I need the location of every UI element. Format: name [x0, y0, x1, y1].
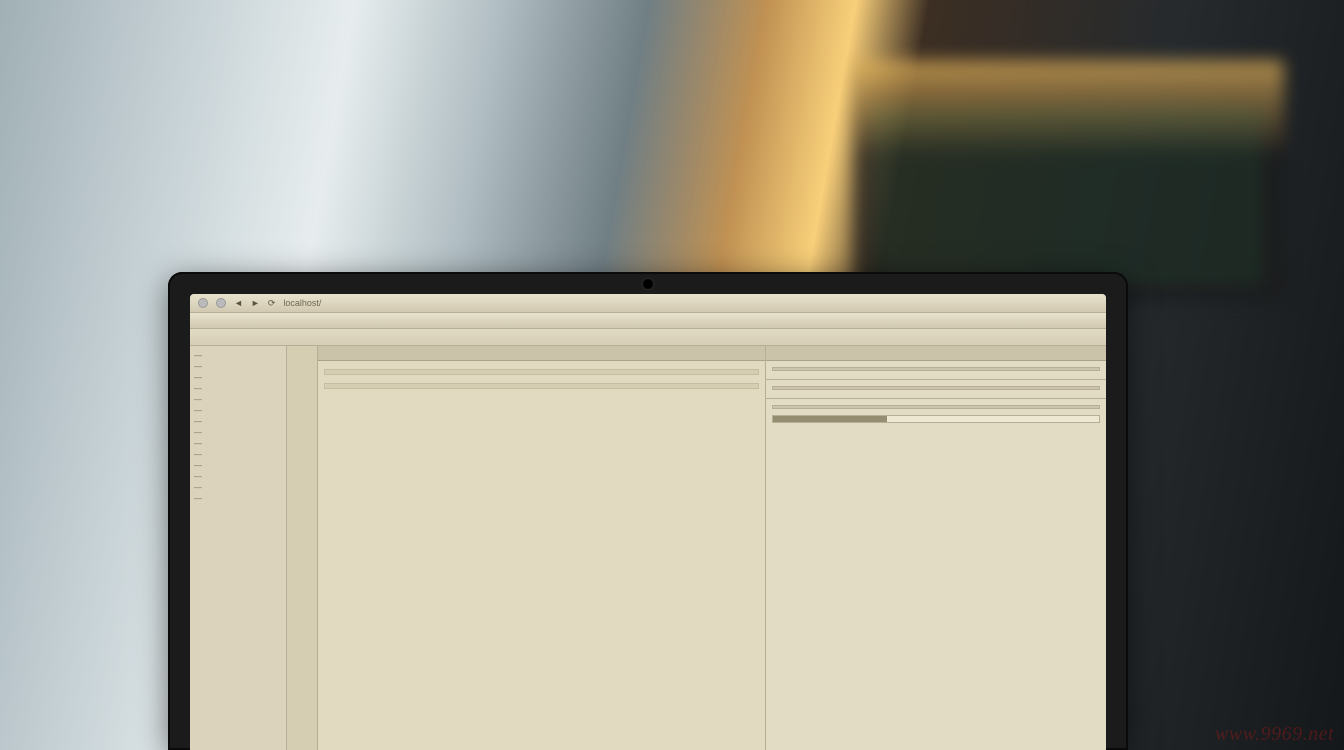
- side-panel-tabs[interactable]: [766, 346, 1106, 361]
- window-titlebar: ◄ ► ⟳ localhost/: [190, 294, 1106, 313]
- watermark-text: www.9969.net: [1215, 724, 1334, 744]
- sidebar-item[interactable]: —: [194, 416, 282, 427]
- sidebar-item[interactable]: —: [194, 482, 282, 493]
- editor-gutter: [287, 346, 318, 750]
- side-panel: [766, 346, 1106, 750]
- sidebar-item[interactable]: —: [194, 427, 282, 438]
- traffic-light-icon: [198, 298, 208, 308]
- panel-section-header[interactable]: [772, 367, 1100, 371]
- scene-background: ◄ ► ⟳ localhost/ ——————————————: [0, 0, 1344, 750]
- workspace: ——————————————: [190, 346, 1106, 750]
- laptop-monitor: ◄ ► ⟳ localhost/ ——————————————: [168, 272, 1128, 750]
- toolbar-strip: [190, 329, 1106, 346]
- nav-back-icon[interactable]: ◄: [234, 298, 243, 308]
- sidebar-item[interactable]: —: [194, 449, 282, 460]
- code-editor[interactable]: [318, 346, 766, 750]
- progress-fill: [773, 416, 887, 422]
- sidebar-tree[interactable]: ——————————————: [190, 346, 287, 750]
- sidebar-item[interactable]: —: [194, 372, 282, 383]
- sidebar-item[interactable]: —: [194, 350, 282, 361]
- webcam-dot: [643, 279, 653, 289]
- menubar: [190, 313, 1106, 329]
- sidebar-item[interactable]: —: [194, 471, 282, 482]
- panel-section-header[interactable]: [772, 405, 1100, 409]
- editor-code-block: [324, 383, 759, 389]
- editor-highlight-block: [324, 369, 759, 375]
- refresh-icon[interactable]: ⟳: [268, 298, 276, 309]
- divider: [766, 379, 1106, 380]
- divider: [766, 398, 1106, 399]
- editor-tabs[interactable]: [318, 346, 765, 361]
- address-hint[interactable]: localhost/: [283, 298, 321, 308]
- panel-section-header[interactable]: [772, 386, 1100, 390]
- background-code-board: [854, 60, 1284, 300]
- sidebar-item[interactable]: —: [194, 438, 282, 449]
- progress-bar: [772, 415, 1100, 423]
- sidebar-item[interactable]: —: [194, 405, 282, 416]
- nav-fwd-icon[interactable]: ►: [251, 298, 260, 308]
- sidebar-item[interactable]: —: [194, 460, 282, 471]
- traffic-light-icon: [216, 298, 226, 308]
- sidebar-item[interactable]: —: [194, 361, 282, 372]
- sidebar-item[interactable]: —: [194, 493, 282, 504]
- app-window: ◄ ► ⟳ localhost/ ——————————————: [190, 294, 1106, 750]
- sidebar-item[interactable]: —: [194, 394, 282, 405]
- sidebar-item[interactable]: —: [194, 383, 282, 394]
